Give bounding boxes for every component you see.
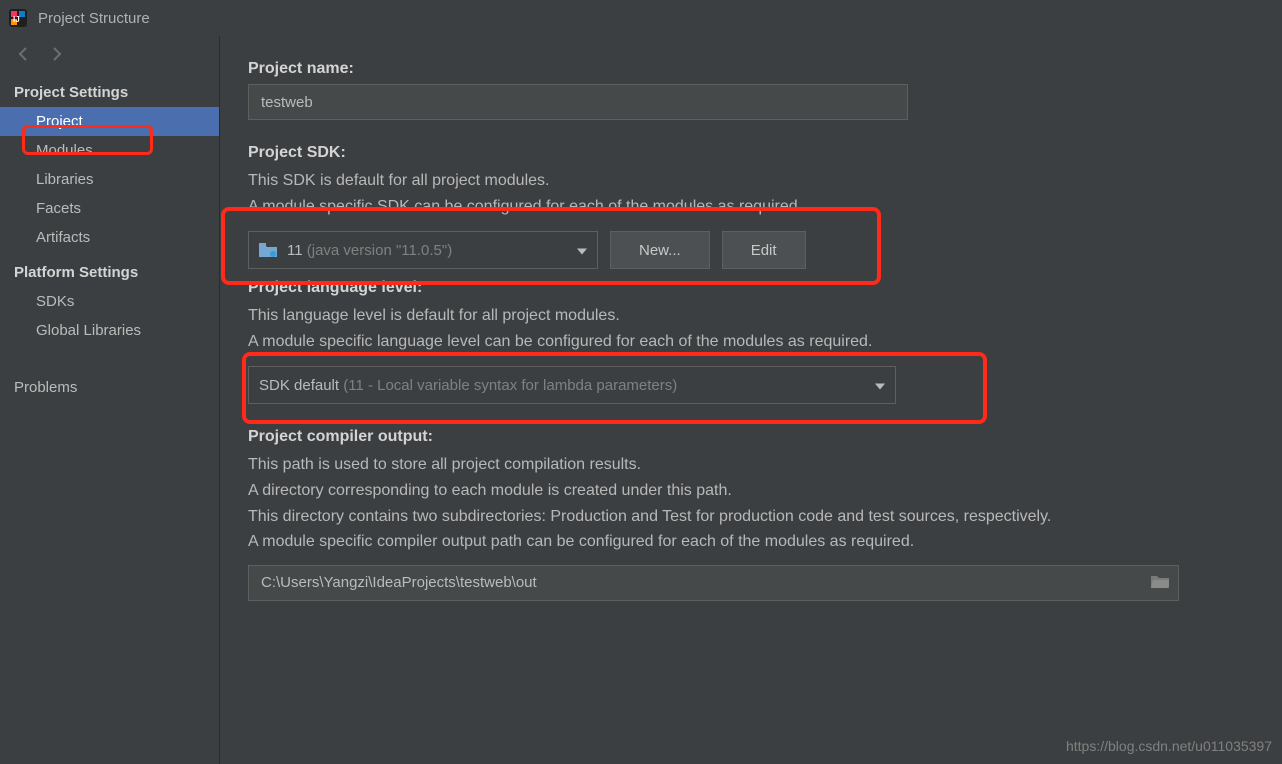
section-project-settings: Project Settings [0, 78, 219, 107]
nav-forward-icon[interactable] [48, 46, 66, 64]
sdk-value: 11 [287, 242, 303, 259]
lang-desc-2: A module specific language level can be … [248, 329, 1258, 355]
out-desc-4: A module specific compiler output path c… [248, 529, 1258, 555]
sidebar-item-facets[interactable]: Facets [0, 194, 219, 223]
project-sdk-label: Project SDK: [248, 144, 1258, 162]
out-desc-2: A directory corresponding to each module… [248, 478, 1258, 504]
svg-text:IJ: IJ [13, 15, 20, 24]
new-sdk-button[interactable]: New... [610, 231, 710, 269]
window-title: Project Structure [38, 10, 150, 27]
sdk-value-detail: (java version "11.0.5") [307, 242, 452, 259]
out-desc-3: This directory contains two subdirectori… [248, 504, 1258, 530]
folder-open-icon[interactable] [1151, 574, 1169, 591]
language-level-combo[interactable]: SDK default (11 - Local variable syntax … [248, 366, 896, 404]
project-sdk-combo[interactable]: 11 (java version "11.0.5") [248, 231, 598, 269]
sidebar: Project Settings Project Modules Librari… [0, 36, 220, 764]
sidebar-item-global-libraries[interactable]: Global Libraries [0, 316, 219, 345]
project-name-input[interactable] [248, 84, 908, 120]
chevron-down-icon [577, 242, 587, 259]
out-desc-1: This path is used to store all project c… [248, 452, 1258, 478]
lang-value: SDK default [259, 377, 339, 394]
sidebar-item-sdks[interactable]: SDKs [0, 287, 219, 316]
nav-back-icon[interactable] [16, 46, 34, 64]
sidebar-item-artifacts[interactable]: Artifacts [0, 223, 219, 252]
edit-sdk-button[interactable]: Edit [722, 231, 806, 269]
sidebar-item-problems[interactable]: Problems [0, 373, 219, 402]
sdk-desc-1: This SDK is default for all project modu… [248, 168, 1258, 194]
sidebar-item-modules[interactable]: Modules [0, 136, 219, 165]
titlebar: IJ Project Structure [0, 0, 1282, 36]
language-level-label: Project language level: [248, 279, 1258, 297]
watermark-text: https://blog.csdn.net/u011035397 [1066, 738, 1272, 754]
main-content: Project name: Project SDK: This SDK is d… [220, 36, 1282, 764]
chevron-down-icon [875, 377, 885, 394]
project-name-label: Project name: [248, 60, 1258, 78]
sdk-desc-2: A module specific SDK can be configured … [248, 194, 1258, 220]
compiler-output-label: Project compiler output: [248, 428, 1258, 446]
sidebar-item-libraries[interactable]: Libraries [0, 165, 219, 194]
lang-value-detail: (11 - Local variable syntax for lambda p… [343, 377, 677, 394]
sidebar-item-project[interactable]: Project [0, 107, 219, 136]
lang-desc-1: This language level is default for all p… [248, 303, 1258, 329]
section-platform-settings: Platform Settings [0, 258, 219, 287]
app-logo-icon: IJ [8, 8, 28, 28]
compiler-output-input[interactable] [248, 565, 1179, 601]
folder-icon [259, 243, 277, 257]
